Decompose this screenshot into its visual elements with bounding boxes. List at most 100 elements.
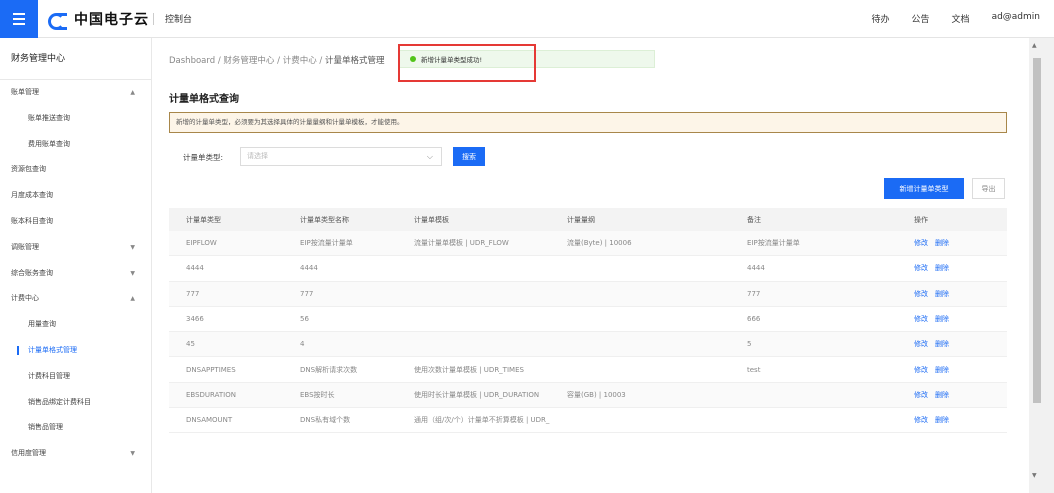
scroll-up-icon[interactable]: ▲ <box>1032 42 1037 49</box>
row-actions: 修改 删除 <box>914 332 956 356</box>
sidebar-item[interactable]: 调账管理 ▼ <box>0 235 151 261</box>
sidebar-item[interactable]: 账单管理 ▲ <box>0 80 151 106</box>
edit-link[interactable]: 修改 <box>914 238 928 248</box>
breadcrumb-separator: / <box>217 56 221 66</box>
sidebar-item-label: 计费中心 <box>11 294 39 303</box>
announcement-link[interactable]: 公告 <box>912 12 930 25</box>
table-cell: 使用时长计量单模板 | UDR_DURATION <box>414 390 540 399</box>
chevron-down-icon: ▼ <box>130 450 135 458</box>
delete-link[interactable]: 删除 <box>935 289 949 299</box>
notice-banner: 新增的计量单类型，必须要为其选择具体的计量量纲和计量单模板，才能使用。 <box>169 112 1007 133</box>
user-account[interactable]: ad@admin <box>992 12 1040 25</box>
sidebar-item-label: 用量查询 <box>28 320 56 329</box>
chevron-up-icon: ▲ <box>130 295 135 303</box>
breadcrumb-dashboard[interactable]: Dashboard <box>169 56 215 66</box>
table-row: DNSAPPTIMES DNS解析请求次数 使用次数计量单模板 | UDR_TIME… <box>169 357 1007 383</box>
delete-link[interactable]: 删除 <box>935 314 949 324</box>
todo-link[interactable]: 待办 <box>872 12 890 25</box>
column-header: 计量单类型名称 <box>300 215 349 224</box>
table-row: EBSDURATION EBS按时长 使用时长计量单模板 | UDR_DURATIO… <box>169 382 1007 409</box>
sidebar-item[interactable]: 账本科目查询 <box>0 209 151 235</box>
table-cell: DNSAPPTIMES <box>186 365 236 374</box>
table-cell: 4444 <box>186 264 204 273</box>
table-cell: 流量计量单模板 | UDR_FLOW <box>414 239 509 248</box>
breadcrumb-billing-center[interactable]: 计费中心 <box>283 56 317 66</box>
table-cell: 666 <box>747 315 761 324</box>
sidebar-item-label: 费用账单查询 <box>28 139 70 148</box>
sidebar-title: 财务管理中心 <box>0 38 151 80</box>
edit-link[interactable]: 修改 <box>914 289 928 299</box>
select-placeholder: 请选择 <box>247 152 268 160</box>
sidebar-item[interactable]: 销售品管理 <box>0 415 151 441</box>
table-cell: EIP按流量计量单 <box>747 239 800 248</box>
table-cell: test <box>747 365 761 374</box>
scroll-down-icon[interactable]: ▼ <box>1032 472 1037 479</box>
delete-link[interactable]: 删除 <box>935 238 949 248</box>
sidebar-item[interactable]: 资源包查询 <box>0 157 151 183</box>
row-actions: 修改 删除 <box>914 408 956 432</box>
sidebar-item[interactable]: 信用度管理 ▼ <box>0 441 151 467</box>
sidebar-item[interactable]: 计量单格式管理 <box>0 338 151 364</box>
search-button[interactable]: 搜索 <box>453 147 485 166</box>
table-cell: 使用次数计量单模板 | UDR_TIMES <box>414 365 524 374</box>
console-link[interactable]: 控制台 <box>165 12 192 25</box>
delete-link[interactable]: 删除 <box>935 339 949 349</box>
sidebar-item[interactable]: 计费中心 ▲ <box>0 286 151 312</box>
table-cell: DNS解析请求次数 <box>300 365 358 374</box>
edit-link[interactable]: 修改 <box>914 415 928 425</box>
sidebar: 财务管理中心 账单管理 ▲ 账单推送查询费用账单查询资源包查询月度成本查询账本科目查… <box>0 38 152 493</box>
row-actions: 修改 删除 <box>914 307 956 331</box>
edit-link[interactable]: 修改 <box>914 390 928 400</box>
table-row: 4444 4444 4444 修改 删除 <box>169 256 1007 282</box>
table-row: DNSAMOUNT DNS私有域个数 通用（组/次/个）计量单不折算模板 | UDR… <box>169 408 1007 434</box>
sidebar-item[interactable]: 销售品绑定计费科目 <box>0 390 151 416</box>
logo-text: 中国电子云 <box>74 12 149 28</box>
table-cell: 56 <box>300 315 309 324</box>
edit-link[interactable]: 修改 <box>914 365 928 375</box>
scrollbar-thumb[interactable] <box>1033 58 1041 403</box>
table-cell: 777 <box>300 289 314 298</box>
filter-label: 计量单类型: <box>183 153 224 162</box>
column-header: 计量量纲 <box>567 215 595 224</box>
chevron-down-icon: ▼ <box>130 243 135 251</box>
table-cell: 4444 <box>747 264 765 273</box>
table-cell: EIP按流量计量单 <box>300 239 353 248</box>
delete-link[interactable]: 删除 <box>935 365 949 375</box>
meter-type-select[interactable]: 请选择 ⌵ <box>240 147 442 166</box>
row-actions: 修改 删除 <box>914 282 956 306</box>
top-right-links: 待办 公告 文档 ad@admin <box>872 12 1040 25</box>
edit-link[interactable]: 修改 <box>914 314 928 324</box>
delete-link[interactable]: 删除 <box>935 263 949 273</box>
sidebar-item-label: 月度成本查询 <box>11 191 53 200</box>
scrollbar[interactable]: ▲ ▼ <box>1029 38 1054 493</box>
sidebar-item-label: 计费科目管理 <box>28 371 70 380</box>
column-header: 计量单模板 <box>414 215 449 224</box>
breadcrumb-finance[interactable]: 财务管理中心 <box>223 56 274 66</box>
edit-link[interactable]: 修改 <box>914 339 928 349</box>
export-button[interactable]: 导出 <box>972 178 1005 199</box>
sidebar-item[interactable]: 月度成本查询 <box>0 183 151 209</box>
edit-link[interactable]: 修改 <box>914 263 928 273</box>
menu-icon[interactable] <box>0 0 38 38</box>
table-cell: 流量(Byte) | 10006 <box>567 239 632 248</box>
table-header: 计量单类型 计量单类型名称 计量单模板 计量量纲 备注 操作 <box>169 208 1007 231</box>
row-actions: 修改 删除 <box>914 256 956 280</box>
table-row: EIPFLOW EIP按流量计量单 流量计量单模板 | UDR_FLOW 流量(Byt… <box>169 231 1007 257</box>
logo[interactable]: 中国电子云 <box>48 9 149 30</box>
sidebar-item[interactable]: 综合账务查询 ▼ <box>0 261 151 287</box>
sidebar-item[interactable]: 计费科目管理 <box>0 364 151 390</box>
row-actions: 修改 删除 <box>914 383 956 407</box>
sidebar-item[interactable]: 费用账单查询 <box>0 132 151 158</box>
sidebar-item[interactable]: 账单推送查询 <box>0 106 151 132</box>
table-cell: DNSAMOUNT <box>186 416 233 425</box>
table-cell: 4 <box>300 340 305 349</box>
add-meter-type-button[interactable]: 新增计量单类型 <box>884 178 964 199</box>
table-cell: 4444 <box>300 264 318 273</box>
table-row: 777 777 777 修改 删除 <box>169 281 1007 307</box>
docs-link[interactable]: 文档 <box>952 12 970 25</box>
meter-table: 计量单类型 计量单类型名称 计量单模板 计量量纲 备注 操作 EIPFLOW EI… <box>169 208 1007 434</box>
delete-link[interactable]: 删除 <box>935 390 949 400</box>
sidebar-item[interactable]: 用量查询 <box>0 312 151 338</box>
delete-link[interactable]: 删除 <box>935 415 949 425</box>
table-cell: 45 <box>186 340 195 349</box>
